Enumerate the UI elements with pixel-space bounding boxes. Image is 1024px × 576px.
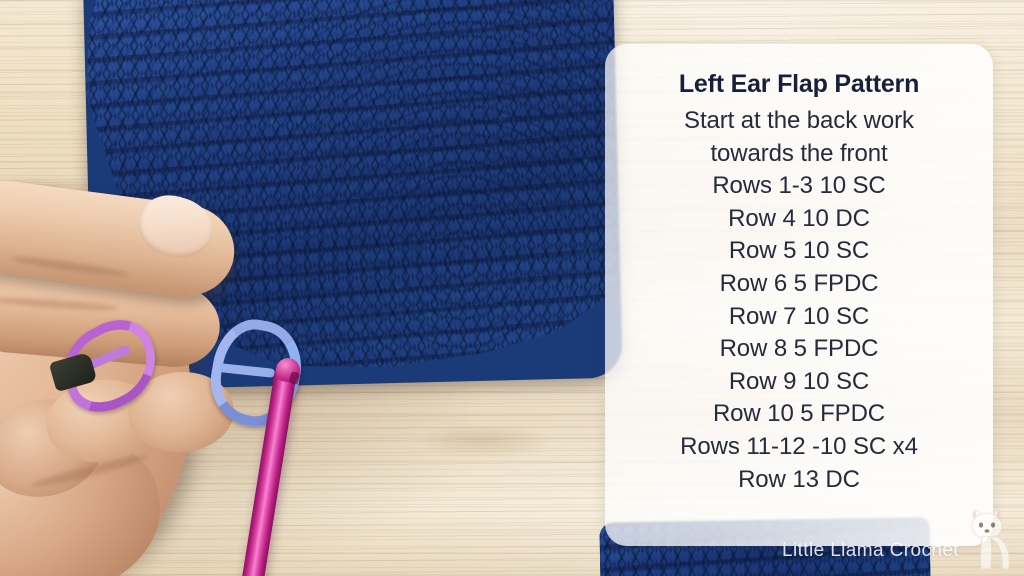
pattern-line: Row 5 10 SC xyxy=(728,237,870,265)
pattern-line: towards the front xyxy=(710,139,888,167)
pattern-line: Row 8 5 FPDC xyxy=(719,335,879,363)
pattern-line: Rows 1-3 10 SC xyxy=(712,172,886,200)
pattern-line: Start at the back work xyxy=(684,107,914,134)
pattern-line: Row 4 10 DC xyxy=(728,204,870,232)
pattern-line: Row 7 10 SC xyxy=(728,302,870,330)
watermark-text: Little Llama Crochet xyxy=(782,540,959,561)
tutorial-photo: Left Ear Flap Pattern Start at the back … xyxy=(0,0,1024,576)
pattern-instructions-panel: Left Ear Flap Pattern Start at the back … xyxy=(605,44,993,546)
pattern-line-list: Start at the back work towards the front R… xyxy=(680,105,918,496)
pattern-line: Rows 11-12 -10 SC x4 xyxy=(680,432,918,460)
pattern-line: Row 13 DC xyxy=(738,465,860,493)
pattern-line: Row 6 5 FPDC xyxy=(719,269,879,297)
pattern-line: Row 10 5 FPDC xyxy=(712,400,886,428)
pattern-title: Left Ear Flap Pattern xyxy=(678,70,920,98)
llama-logo-icon xyxy=(958,506,1020,572)
pattern-line: Row 9 10 SC xyxy=(728,367,870,395)
